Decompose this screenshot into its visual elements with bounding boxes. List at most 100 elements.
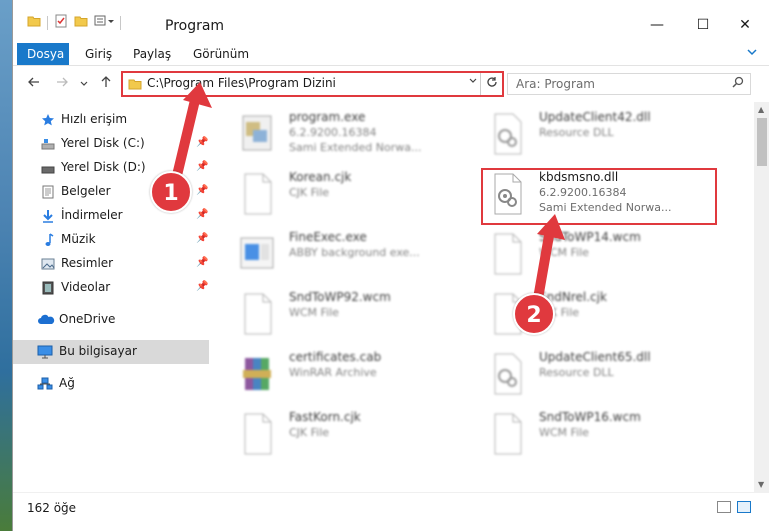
- documents-icon: [41, 185, 55, 199]
- back-arrow-icon[interactable]: [27, 75, 41, 93]
- status-bar: 162 öğe: [13, 492, 769, 531]
- callout-number-1: 1: [150, 171, 192, 213]
- file-name: SndToWP14.wcm: [539, 230, 641, 244]
- file-explorer-window: Program — ☐ ✕ Dosya Giriş Paylaş Görünüm: [12, 0, 769, 531]
- folder-icon[interactable]: [27, 14, 41, 31]
- scroll-up-icon[interactable]: ▲: [758, 105, 764, 114]
- close-button[interactable]: ✕: [722, 10, 768, 40]
- star-icon: [41, 113, 55, 127]
- file-type: Resource DLL: [539, 126, 614, 139]
- navigation-bar: C:\Program Files\Program Dizini Ara: Pro…: [13, 66, 769, 102]
- pictures-icon: [41, 257, 55, 271]
- tab-giris[interactable]: Giriş: [75, 43, 122, 65]
- file-item-updateclient42-dll[interactable]: UpdateClient42.dll Resource DLL: [459, 106, 699, 158]
- blank-file-icon: [487, 412, 527, 456]
- file-type: WCM File: [539, 426, 589, 439]
- minimize-button[interactable]: —: [634, 10, 680, 40]
- file-name: certificates.cab: [289, 350, 382, 364]
- file-item-fastkorn-cjk[interactable]: FastKorn.cjk CJK File: [209, 406, 449, 458]
- sidebar-item-local-disk-c[interactable]: Yerel Disk (C:) 📌: [13, 132, 209, 156]
- pin-icon[interactable]: 📌: [196, 185, 208, 196]
- file-name: UpdateClient65.dll: [539, 350, 651, 364]
- search-placeholder: Ara: Program: [516, 77, 595, 91]
- network-icon: [37, 377, 53, 391]
- tab-dosya[interactable]: Dosya: [17, 43, 69, 65]
- cloud-icon: [37, 313, 55, 327]
- file-type: WCM File: [289, 306, 339, 319]
- navigation-pane: Hızlı erişim Yerel Disk (C:) 📌 Yerel Dis…: [13, 102, 209, 492]
- file-item-program-exe[interactable]: program.exe 6.2.9200.16384 Sami Extended…: [209, 106, 449, 158]
- file-item-sndtowp92-wcm[interactable]: SndToWP92.wcm WCM File: [209, 286, 449, 338]
- refresh-icon[interactable]: [480, 73, 502, 95]
- maximize-button[interactable]: ☐: [680, 10, 726, 40]
- archive-icon: [237, 352, 277, 396]
- sidebar-item-label: Yerel Disk (D:): [61, 160, 146, 174]
- sidebar-item-network[interactable]: Ağ: [13, 372, 209, 396]
- large-icons-view-icon[interactable]: [737, 501, 751, 513]
- address-dropdown-chevron-icon[interactable]: [468, 76, 478, 89]
- drive-icon: [41, 161, 55, 175]
- file-item-sndnrel-cjk[interactable]: SndNrel.cjk CJK File: [459, 286, 699, 338]
- file-item-sndtowp16-wcm[interactable]: SndToWP16.wcm WCM File: [459, 406, 699, 458]
- sidebar-item-label: İndirmeler: [61, 208, 123, 222]
- file-type: CJK File: [289, 426, 330, 439]
- sidebar-item-videos[interactable]: Videolar 📌: [13, 276, 209, 300]
- sidebar-item-label: Yerel Disk (C:): [61, 136, 145, 150]
- sidebar-item-quick-access[interactable]: Hızlı erişim: [13, 108, 209, 132]
- sidebar-item-onedrive[interactable]: OneDrive: [13, 308, 209, 332]
- divider: [120, 15, 121, 30]
- pin-icon[interactable]: 📌: [196, 233, 208, 244]
- file-item-fineexec-exe[interactable]: FineExec.exe ABBY background exe...: [209, 226, 449, 278]
- up-arrow-icon[interactable]: [99, 75, 113, 93]
- desktop-background: [0, 0, 12, 531]
- sidebar-item-label: Bu bilgisayar: [59, 344, 137, 358]
- file-name: FastKorn.cjk: [289, 410, 361, 424]
- file-description: ABBY background exe...: [289, 246, 420, 259]
- pin-icon[interactable]: 📌: [196, 257, 208, 268]
- properties-icon[interactable]: [54, 14, 68, 31]
- file-name: Korean.cjk: [289, 170, 352, 184]
- exe-file-icon: [237, 112, 277, 156]
- file-highlight-box: [481, 168, 717, 225]
- sidebar-item-label: Müzik: [61, 232, 96, 246]
- pin-icon[interactable]: 📌: [196, 209, 208, 220]
- address-bar[interactable]: C:\Program Files\Program Dizini: [121, 71, 504, 97]
- file-type: WinRAR Archive: [289, 366, 377, 379]
- vertical-scrollbar[interactable]: ▲ ▼: [754, 102, 769, 492]
- new-folder-icon[interactable]: [74, 14, 88, 31]
- expand-ribbon-icon[interactable]: [746, 46, 758, 61]
- sidebar-item-label: Hızlı erişim: [61, 112, 128, 126]
- scrollbar-thumb[interactable]: [757, 118, 767, 166]
- blank-file-icon: [237, 292, 277, 336]
- sidebar-item-label: Videolar: [61, 280, 111, 294]
- file-name: FineExec.exe: [289, 230, 367, 244]
- file-item-korean-cjk[interactable]: Korean.cjk CJK File: [209, 166, 449, 218]
- sidebar-item-music[interactable]: Müzik 📌: [13, 228, 209, 252]
- sidebar-item-pictures[interactable]: Resimler 📌: [13, 252, 209, 276]
- forward-arrow-icon[interactable]: [55, 75, 69, 93]
- drive-icon: [41, 137, 55, 151]
- file-name: UpdateClient42.dll: [539, 110, 651, 124]
- blank-file-icon: [237, 412, 277, 456]
- sidebar-item-this-pc[interactable]: Bu bilgisayar: [13, 340, 209, 364]
- sidebar-item-label: Resimler: [61, 256, 114, 270]
- file-item-certificates-cab[interactable]: certificates.cab WinRAR Archive: [209, 346, 449, 398]
- pin-icon[interactable]: 📌: [196, 137, 208, 148]
- file-item-updateclient65-dll[interactable]: UpdateClient65.dll Resource DLL: [459, 346, 699, 398]
- file-item-sndtowp14-wcm[interactable]: SndToWP14.wcm WCM File: [459, 226, 699, 278]
- tab-paylas[interactable]: Paylaş: [123, 43, 181, 65]
- search-input[interactable]: Ara: Program: [507, 73, 751, 95]
- pin-icon[interactable]: 📌: [196, 161, 208, 172]
- details-view-icon[interactable]: [717, 501, 731, 513]
- customize-toolbar-icon[interactable]: [94, 14, 114, 31]
- file-list: program.exe 6.2.9200.16384 Sami Extended…: [209, 102, 754, 492]
- file-name: SndToWP92.wcm: [289, 290, 391, 304]
- tab-gorunum[interactable]: Görünüm: [183, 43, 259, 65]
- item-count: 162 öğe: [27, 501, 77, 515]
- sidebar-item-label: Belgeler: [61, 184, 111, 198]
- pin-icon[interactable]: 📌: [196, 281, 208, 292]
- address-path[interactable]: C:\Program Files\Program Dizini: [147, 76, 336, 90]
- recent-locations-chevron-icon[interactable]: [79, 77, 89, 93]
- search-icon[interactable]: [732, 76, 744, 92]
- scroll-down-icon[interactable]: ▼: [758, 480, 764, 489]
